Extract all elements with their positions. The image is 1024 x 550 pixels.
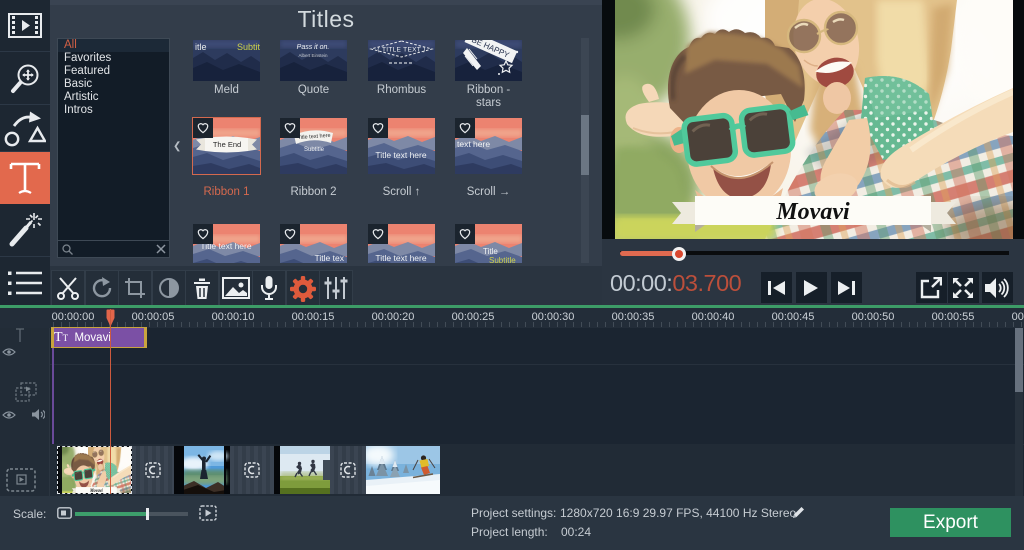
svg-text:Subtit: Subtit — [237, 42, 260, 52]
svg-text:Title tex: Title tex — [315, 253, 345, 263]
svg-text:Albert Einstein: Albert Einstein — [298, 53, 328, 58]
svg-text:text here: text here — [457, 139, 490, 149]
svg-text:⟨ TITLE TEXT ⟩: ⟨ TITLE TEXT ⟩ — [377, 46, 426, 54]
svg-text:Subtitle: Subtitle — [304, 147, 325, 153]
svg-text:Subtitle: Subtitle — [489, 256, 516, 263]
svg-text:Title text here: Title text here — [375, 150, 426, 160]
svg-text:Title text here: Title text here — [375, 253, 426, 263]
svg-text:Pass it on.: Pass it on. — [297, 44, 330, 51]
svg-text:The End: The End — [213, 140, 241, 149]
svg-text:itle: itle — [195, 42, 207, 52]
svg-text:Title: Title — [483, 247, 498, 256]
